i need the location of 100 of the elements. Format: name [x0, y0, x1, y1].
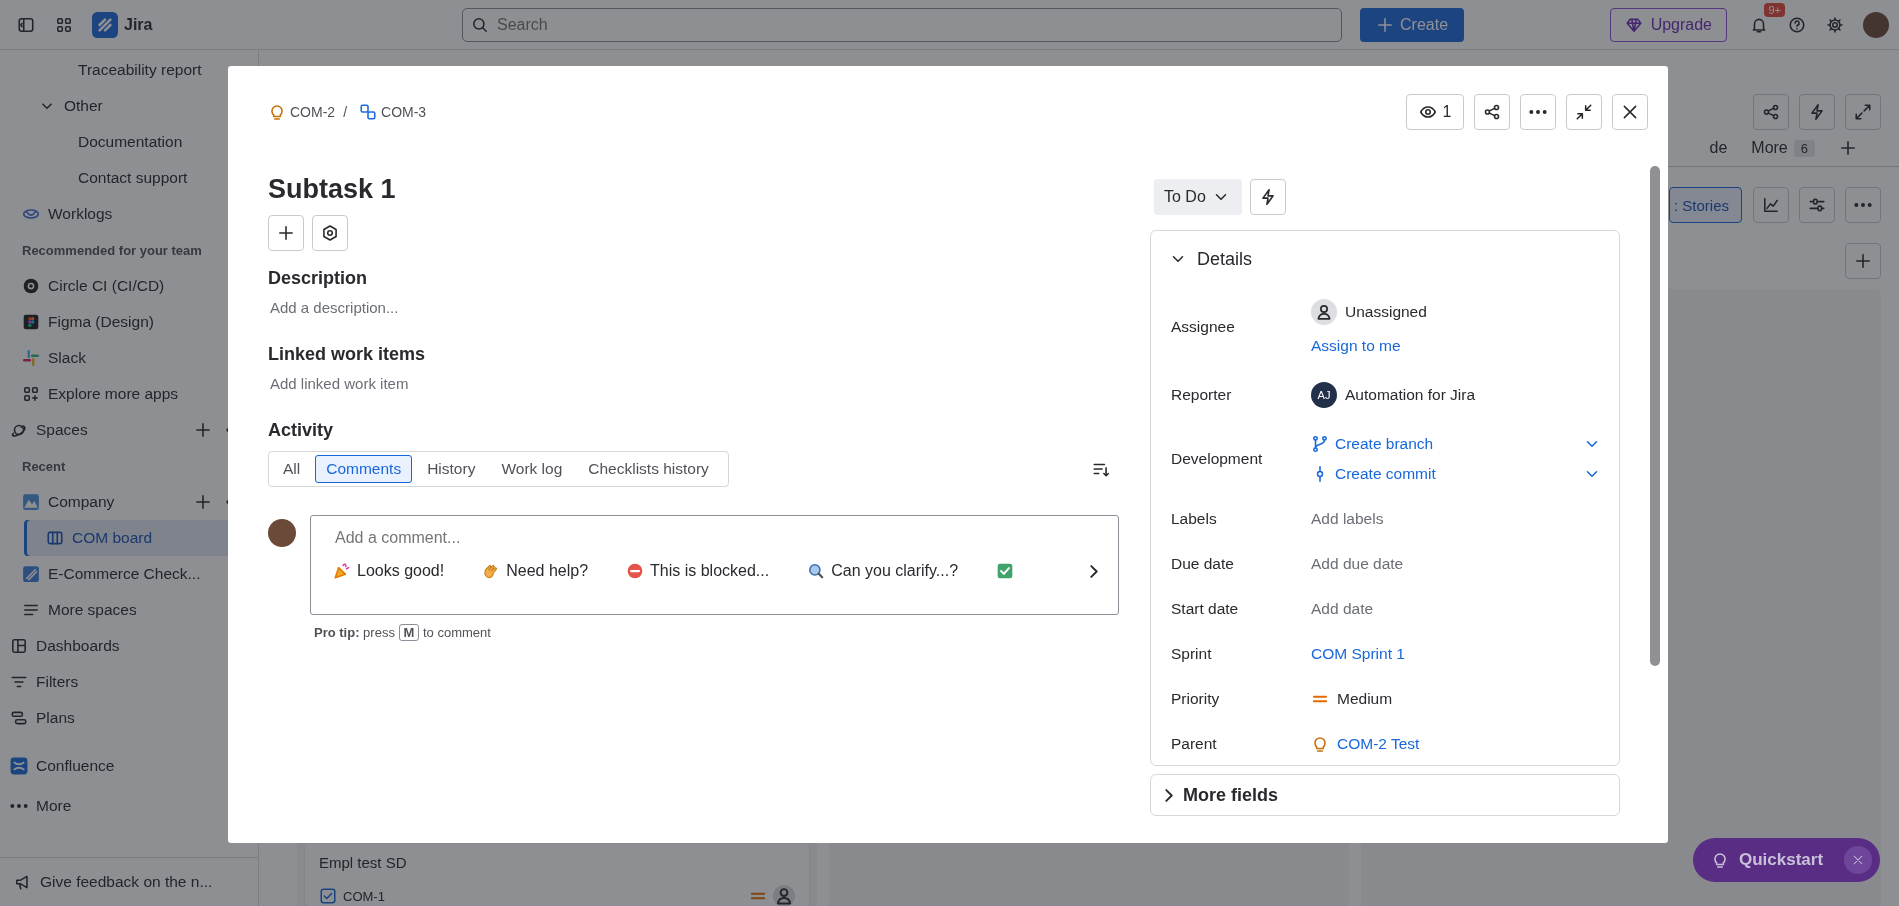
work-item-card[interactable]: Empl test SD COM-1: [305, 844, 809, 906]
share-button[interactable]: [1474, 94, 1510, 130]
field-label: Parent: [1170, 735, 1218, 753]
apps-button[interactable]: [312, 215, 348, 251]
sidebar-heading: Recommended for your team: [21, 241, 203, 260]
sprint-link[interactable]: COM Sprint 1: [1311, 645, 1405, 663]
watch-button[interactable]: 1: [1406, 94, 1464, 130]
board-icon: [46, 529, 64, 547]
sidebar-item[interactable]: Circle CI (CI/CD): [8, 268, 250, 304]
close-button[interactable]: [1612, 94, 1648, 130]
activity-tab[interactable]: All: [272, 455, 312, 483]
lightbulb-icon: [268, 103, 286, 121]
assignee-value[interactable]: Unassigned: [1345, 303, 1427, 321]
slack-icon: [22, 349, 40, 367]
field-value[interactable]: Add due date: [1311, 555, 1404, 573]
development-link[interactable]: Create branch: [1311, 435, 1601, 453]
priority-value[interactable]: Medium: [1337, 690, 1393, 708]
section-heading: Linked work items: [268, 343, 427, 365]
suggestion-chip[interactable]: This is blocked...: [626, 562, 770, 580]
reporter-avatar: AJ: [1311, 382, 1337, 408]
breadcrumb-link[interactable]: COM-2: [268, 103, 336, 121]
sidebar-item[interactable]: Explore more apps: [8, 376, 250, 412]
search-icon: [471, 15, 489, 34]
feedback-link[interactable]: Give feedback on the n...: [0, 857, 258, 906]
add-linked-item-link[interactable]: Add linked work item: [268, 375, 409, 393]
section-heading: Description: [268, 267, 369, 289]
chevron-right-icon: [1090, 564, 1099, 578]
emoji-icon: [333, 562, 351, 580]
more-fields-panel[interactable]: More fields: [1150, 774, 1620, 816]
parent-link[interactable]: COM-2 Test: [1337, 735, 1420, 753]
suggestion-chip[interactable]: Can you clarify...?: [807, 562, 959, 580]
suggestion-chip[interactable]: Looks good!: [333, 562, 445, 580]
field-value[interactable]: Add date: [1311, 600, 1374, 618]
expand-icon: [1854, 103, 1872, 121]
plans-icon: [10, 709, 28, 727]
field-label: Assignee: [1170, 318, 1236, 336]
sidebar-item[interactable]: More: [8, 788, 250, 824]
work-item-title[interactable]: Subtask 1: [268, 171, 1110, 207]
breadcrumb-link[interactable]: COM-3: [359, 103, 427, 121]
development-link[interactable]: Create commit: [1311, 465, 1601, 483]
fullscreen-button[interactable]: [1845, 94, 1881, 130]
comment-field[interactable]: Add a comment...: [333, 528, 1099, 548]
circle-icon: [22, 277, 40, 295]
group-by-button[interactable]: : Stories: [1668, 187, 1742, 223]
sidebar-item[interactable]: Filters: [8, 664, 250, 700]
field-value[interactable]: Add labels: [1311, 510, 1384, 528]
field-label: Development: [1170, 450, 1264, 468]
insights-button[interactable]: [1753, 187, 1789, 223]
reporter-value[interactable]: Automation for Jira: [1345, 386, 1476, 404]
app-name: Jira: [124, 15, 153, 34]
close-icon: [1852, 854, 1864, 866]
activity-tab[interactable]: Checklists history: [577, 455, 720, 483]
board-tab[interactable]: de: [1709, 139, 1728, 157]
board-tab[interactable]: More 6: [1751, 139, 1815, 157]
sliders-icon: [1808, 196, 1826, 214]
sidebar-item[interactable]: E-Commerce Check...: [8, 556, 250, 592]
field-label: Start date: [1170, 600, 1240, 618]
add-tab-button[interactable]: [1839, 139, 1857, 157]
assign-to-me-link[interactable]: Assign to me: [1311, 337, 1401, 355]
sidebar-item[interactable]: Figma (Design): [8, 304, 250, 340]
status-dropdown[interactable]: To Do: [1154, 179, 1242, 215]
work-item-key: COM-1: [343, 888, 385, 904]
checkbox-icon: [319, 887, 337, 905]
description-field[interactable]: Add a description...: [268, 299, 399, 317]
sidebar-item[interactable]: Slack: [8, 340, 250, 376]
create-button[interactable]: Create: [1360, 7, 1465, 42]
lightning-icon: [1808, 103, 1826, 121]
sidebar-toggle-icon: [17, 15, 35, 34]
user-avatar[interactable]: [1863, 11, 1889, 38]
minimize-button[interactable]: [1566, 94, 1602, 130]
search-field[interactable]: Search: [462, 7, 1342, 42]
add-button[interactable]: [268, 215, 304, 251]
more-button[interactable]: [1845, 187, 1881, 223]
more-actions-button[interactable]: [1520, 94, 1556, 130]
pro-tip-text: Pro tip: press M to comment: [314, 625, 492, 640]
view-settings-button[interactable]: [1799, 187, 1835, 223]
upgrade-button[interactable]: Upgrade: [1609, 7, 1727, 42]
activity-tab[interactable]: Work log: [490, 455, 574, 483]
suggestion-chip[interactable]: Need help?: [482, 562, 589, 580]
share-icon: [1762, 103, 1780, 121]
sidebar-item[interactable]: Dashboards: [8, 628, 250, 664]
activity-tab[interactable]: History: [416, 455, 487, 483]
branch-icon: [1311, 435, 1329, 453]
notification-count: 9+: [1764, 2, 1785, 17]
details-toggle[interactable]: Details: [1169, 231, 1253, 283]
next-suggestions-button[interactable]: [1090, 564, 1099, 578]
emoji-icon: [626, 562, 645, 580]
share-icon: [1483, 103, 1501, 121]
dots-icon: [10, 804, 28, 808]
help-icon: [1788, 15, 1806, 34]
chevron-right-icon: [1165, 788, 1173, 802]
automation-button[interactable]: [1249, 179, 1286, 215]
lightbulb-icon: [1311, 735, 1329, 753]
activity-tab[interactable]: Comments: [315, 455, 413, 483]
subtask-icon: [359, 103, 377, 121]
sidebar-item[interactable]: Other: [8, 88, 250, 124]
breadcrumb-separator: /: [343, 104, 347, 120]
sidebar-item[interactable]: Worklogs: [8, 196, 250, 232]
add-column-button[interactable]: [1845, 243, 1881, 279]
quickstart-button[interactable]: Quickstart: [1693, 838, 1880, 882]
